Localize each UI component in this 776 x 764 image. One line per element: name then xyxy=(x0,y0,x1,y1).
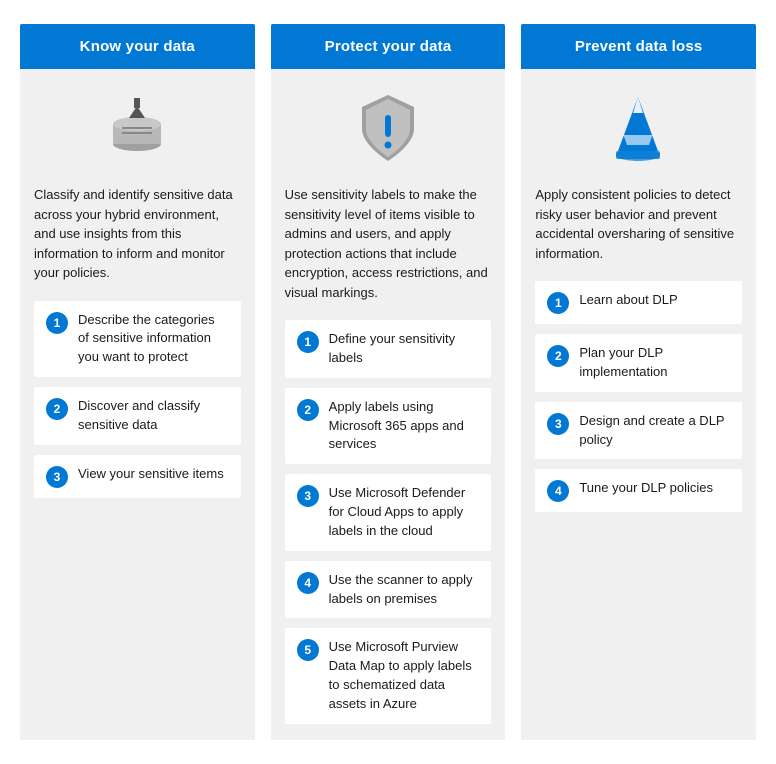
step-badge-know-1: 1 xyxy=(46,312,68,334)
header-protect-your-data: Protect your data xyxy=(271,24,506,69)
step-text-protect-2: Apply labels using Microsoft 365 apps an… xyxy=(329,398,480,455)
step-badge-protect-2: 2 xyxy=(297,399,319,421)
step-badge-know-2: 2 xyxy=(46,398,68,420)
step-text-know-3: View your sensitive items xyxy=(78,465,224,484)
step-text-protect-4: Use the scanner to apply labels on premi… xyxy=(329,571,480,609)
step-item-protect-2: 2 Apply labels using Microsoft 365 apps … xyxy=(285,388,492,465)
description-know-data: Classify and identify sensitive data acr… xyxy=(34,185,241,283)
step-badge-prevent-2: 2 xyxy=(547,345,569,367)
main-container: Know your data Classify and identify sen… xyxy=(0,0,776,764)
step-text-know-2: Discover and classify sensitive data xyxy=(78,397,229,435)
step-badge-know-3: 3 xyxy=(46,466,68,488)
step-badge-prevent-3: 3 xyxy=(547,413,569,435)
step-item-know-3: 3 View your sensitive items xyxy=(34,455,241,498)
step-item-prevent-1: 1 Learn about DLP xyxy=(535,281,742,324)
header-know-your-data: Know your data xyxy=(20,24,255,69)
step-badge-protect-3: 3 xyxy=(297,485,319,507)
step-item-prevent-4: 4 Tune your DLP policies xyxy=(535,469,742,512)
step-item-protect-1: 1 Define your sensitivity labels xyxy=(285,320,492,378)
step-item-prevent-2: 2 Plan your DLP implementation xyxy=(535,334,742,392)
cone-icon xyxy=(606,93,671,163)
icon-area-protect-data xyxy=(285,93,492,163)
icon-area-know-data xyxy=(34,93,241,163)
column-protect-your-data: Protect your data Use sensitivity labels… xyxy=(271,24,506,740)
step-text-know-1: Describe the categories of sensitive inf… xyxy=(78,311,229,368)
body-prevent-data-loss: Apply consistent policies to detect risk… xyxy=(521,69,756,740)
step-text-protect-1: Define your sensitivity labels xyxy=(329,330,480,368)
step-item-protect-3: 3 Use Microsoft Defender for Cloud Apps … xyxy=(285,474,492,551)
body-protect-your-data: Use sensitivity labels to make the sensi… xyxy=(271,69,506,740)
column-know-your-data: Know your data Classify and identify sen… xyxy=(20,24,255,740)
step-badge-protect-5: 5 xyxy=(297,639,319,661)
description-prevent-loss: Apply consistent policies to detect risk… xyxy=(535,185,742,263)
step-text-protect-5: Use Microsoft Purview Data Map to apply … xyxy=(329,638,480,713)
step-item-know-2: 2 Discover and classify sensitive data xyxy=(34,387,241,445)
header-prevent-data-loss: Prevent data loss xyxy=(521,24,756,69)
step-item-prevent-3: 3 Design and create a DLP policy xyxy=(535,402,742,460)
step-item-know-1: 1 Describe the categories of sensitive i… xyxy=(34,301,241,378)
step-badge-protect-1: 1 xyxy=(297,331,319,353)
step-text-prevent-2: Plan your DLP implementation xyxy=(579,344,730,382)
shield-icon xyxy=(358,93,418,163)
step-item-protect-5: 5 Use Microsoft Purview Data Map to appl… xyxy=(285,628,492,723)
step-text-prevent-4: Tune your DLP policies xyxy=(579,479,713,498)
description-protect-data: Use sensitivity labels to make the sensi… xyxy=(285,185,492,302)
classify-icon xyxy=(102,96,172,161)
body-know-your-data: Classify and identify sensitive data acr… xyxy=(20,69,255,740)
step-text-protect-3: Use Microsoft Defender for Cloud Apps to… xyxy=(329,484,480,541)
step-badge-prevent-1: 1 xyxy=(547,292,569,314)
step-badge-prevent-4: 4 xyxy=(547,480,569,502)
step-badge-protect-4: 4 xyxy=(297,572,319,594)
step-text-prevent-3: Design and create a DLP policy xyxy=(579,412,730,450)
column-prevent-data-loss: Prevent data loss Apply consistent polic… xyxy=(521,24,756,740)
step-item-protect-4: 4 Use the scanner to apply labels on pre… xyxy=(285,561,492,619)
icon-area-prevent-loss xyxy=(535,93,742,163)
step-text-prevent-1: Learn about DLP xyxy=(579,291,677,310)
